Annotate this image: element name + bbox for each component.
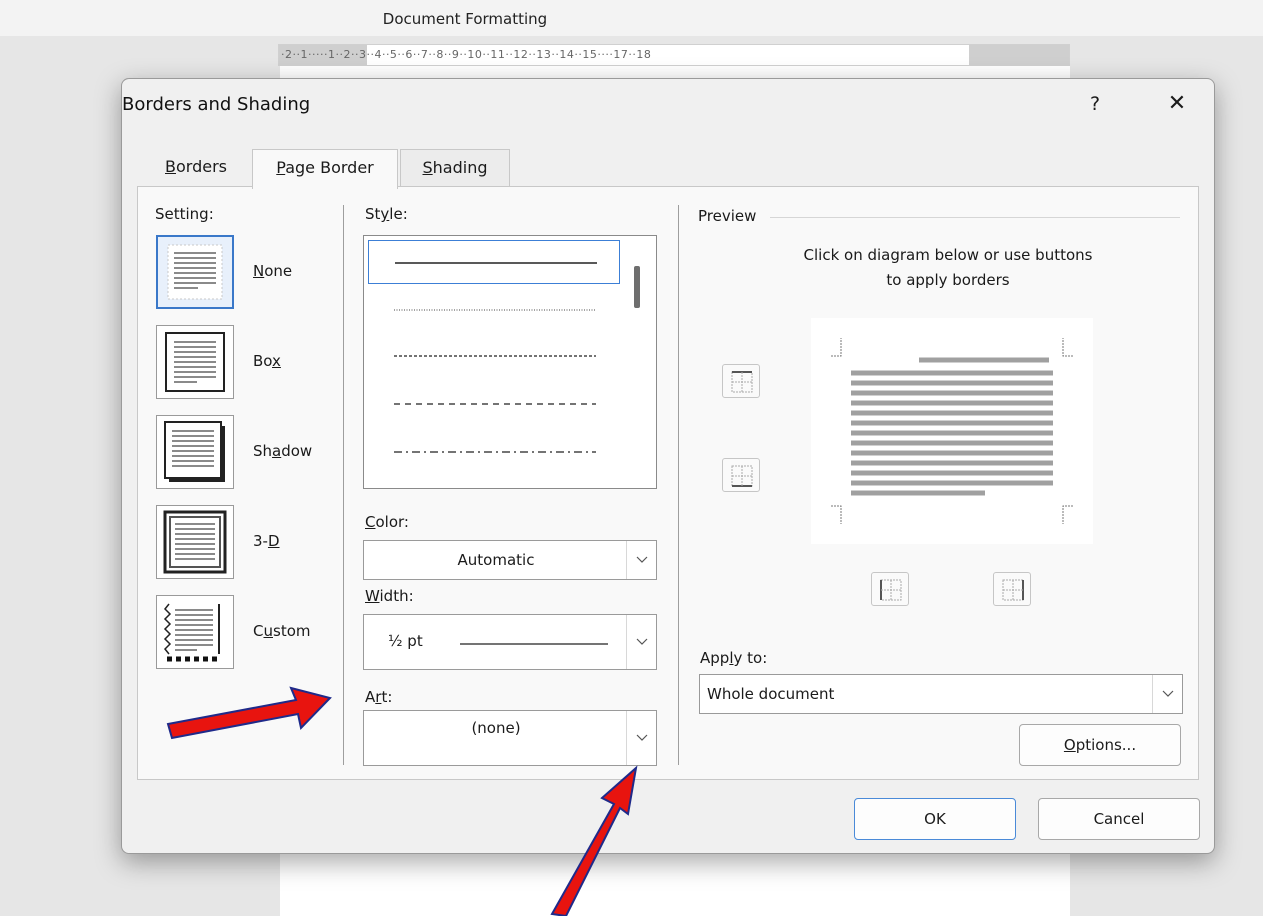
preview-instruction-line1: Click on diagram below or use buttons	[803, 246, 1093, 264]
dialog-title: Borders and Shading	[122, 94, 310, 115]
style-option-dash-dot[interactable]	[368, 430, 620, 474]
width-label: Width:	[365, 587, 414, 605]
color-dropdown[interactable]: Automatic	[363, 540, 657, 580]
setting-custom-icon[interactable]	[156, 595, 234, 669]
bottom-border-icon[interactable]	[722, 458, 760, 492]
setting-none-label[interactable]: None	[253, 262, 292, 280]
close-button[interactable]: ✕	[1159, 89, 1195, 119]
tab-shading[interactable]: Shading	[400, 149, 510, 187]
setting-shadow-label[interactable]: Shadow	[253, 442, 312, 460]
width-value: ½ pt	[388, 632, 423, 650]
divider	[678, 205, 679, 765]
options-button[interactable]: Options...	[1019, 724, 1181, 766]
cancel-button[interactable]: Cancel	[1038, 798, 1200, 840]
preview-instruction-line2: to apply borders	[886, 271, 1010, 289]
art-label: Art:	[365, 688, 393, 706]
dialog-title-text: Borders and Shading	[122, 94, 311, 115]
style-list-scrollbar[interactable]	[634, 266, 640, 308]
chevron-down-icon	[626, 615, 656, 669]
art-value: (none)	[471, 719, 521, 737]
setting-shadow-icon[interactable]	[156, 415, 234, 489]
preview-group-line	[770, 217, 1180, 218]
art-dropdown[interactable]: (none)	[363, 710, 657, 766]
right-border-icon[interactable]	[993, 572, 1031, 606]
style-label: Style:	[365, 205, 408, 223]
close-icon: ✕	[1167, 91, 1187, 116]
tab-borders[interactable]: Borders	[142, 149, 250, 187]
width-dropdown[interactable]: ½ pt	[363, 614, 657, 670]
setting-custom-label[interactable]: Custom	[253, 622, 311, 640]
top-border-icon[interactable]	[722, 364, 760, 398]
chevron-down-icon	[626, 541, 656, 579]
setting-label: Setting:	[155, 205, 214, 223]
setting-box-icon[interactable]	[156, 325, 234, 399]
divider	[343, 205, 344, 765]
document-title: Document Formatting	[382, 10, 548, 28]
color-label: Color:	[365, 513, 409, 531]
ok-button[interactable]: OK	[854, 798, 1016, 840]
setting-3d-label[interactable]: 3-D	[253, 532, 280, 550]
setting-box-label[interactable]: Box	[253, 352, 281, 370]
chevron-down-icon	[626, 711, 656, 765]
horizontal-ruler[interactable]: ·2··1·····1··2··3··4··5··6··7··8··9··10·…	[278, 44, 1070, 66]
color-value: Automatic	[457, 551, 535, 569]
ruler-ticks: ·2··1·····1··2··3··4··5··6··7··8··9··10·…	[281, 48, 652, 61]
apply-to-value: Whole document	[707, 685, 835, 703]
left-border-icon[interactable]	[871, 572, 909, 606]
help-button[interactable]: ?	[1080, 89, 1110, 119]
style-option-fine-dashed[interactable]	[368, 334, 620, 378]
annotation-arrow-up	[550, 765, 638, 916]
tab-page-border[interactable]: Page Border	[252, 149, 398, 189]
preview-label: Preview	[698, 207, 757, 225]
setting-3d-icon[interactable]	[156, 505, 234, 579]
style-option-dotted[interactable]	[368, 288, 620, 332]
style-list[interactable]	[363, 235, 657, 489]
setting-none-icon[interactable]	[156, 235, 234, 309]
preview-diagram[interactable]	[811, 318, 1093, 544]
apply-to-label: Apply to:	[700, 649, 768, 667]
annotation-arrow-right	[166, 686, 332, 740]
width-line-preview	[460, 643, 608, 645]
chevron-down-icon	[1152, 675, 1182, 713]
style-option-dashed[interactable]	[368, 382, 620, 426]
style-option-solid[interactable]	[368, 240, 620, 284]
apply-to-dropdown[interactable]: Whole document	[699, 674, 1183, 714]
